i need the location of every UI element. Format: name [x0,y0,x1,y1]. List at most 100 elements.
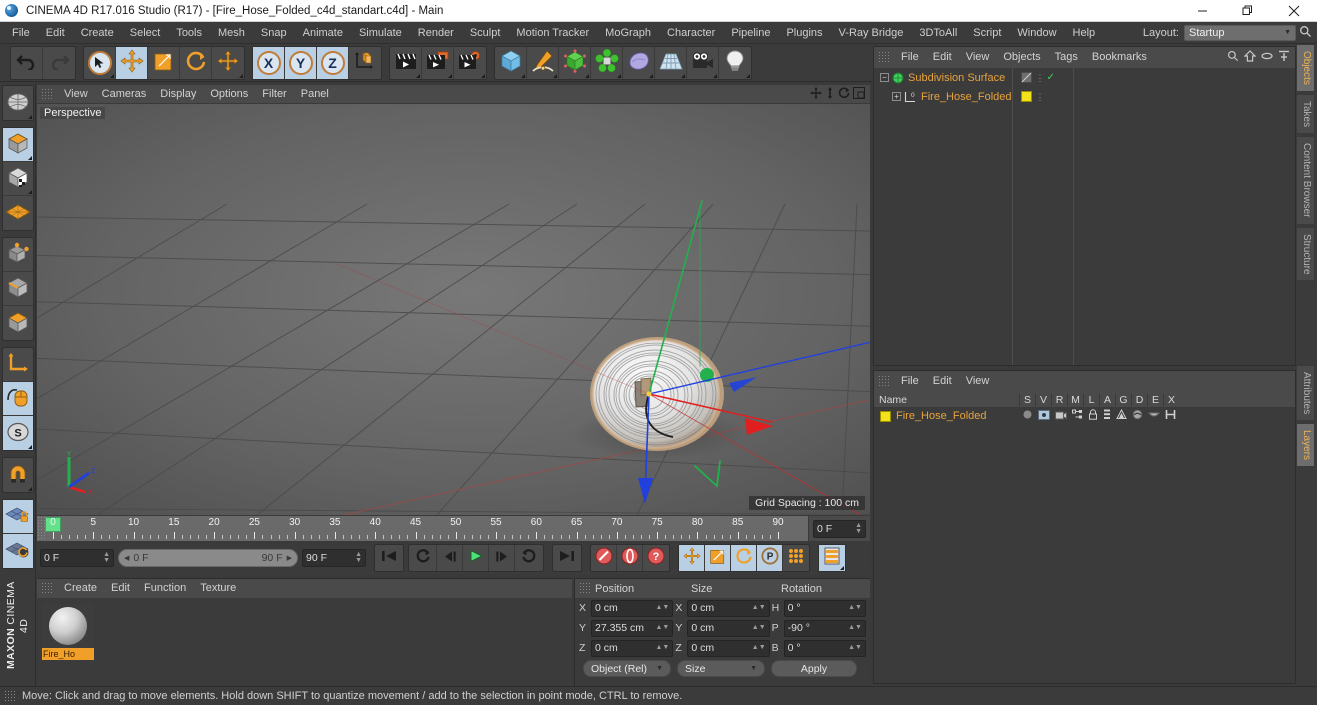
spinner-icon[interactable]: ▲▼ [848,624,862,631]
rotation-key-button[interactable] [731,544,757,571]
size-y-field[interactable]: 0 cm ▲▼ [687,619,770,637]
go-to-end-button[interactable] [553,545,581,571]
live-selection-button[interactable] [84,46,116,79]
points-mode-button[interactable] [2,238,33,272]
vtab-content-browser[interactable]: Content Browser [1296,136,1315,225]
spinner-icon[interactable]: ▲▼ [848,644,862,651]
enable-axis-modification-button[interactable] [2,348,33,382]
viewport-menu-options[interactable]: Options [203,85,255,104]
solo-dot-icon[interactable] [1022,409,1033,423]
menu-tools[interactable]: Tools [168,22,210,44]
size-z-field[interactable]: 0 cm ▲▼ [687,639,770,657]
coordinate-mode-dropdown[interactable]: Object (Rel) ▼ [583,660,671,677]
spinner-icon[interactable]: ▲▼ [655,644,669,651]
viewport-menu-view[interactable]: View [57,85,95,104]
soft-selection-button[interactable]: S [2,416,33,450]
record-active-objects-button[interactable] [591,544,617,571]
render-settings-button[interactable] [454,47,486,79]
add-environment-button[interactable] [655,46,687,79]
material-menu-edit[interactable]: Edit [104,579,137,598]
rotate-tool-button[interactable] [180,46,212,79]
position-key-button[interactable] [679,544,705,571]
render-camera-icon[interactable] [1055,410,1067,423]
render-view-button[interactable] [390,46,422,79]
menu-select[interactable]: Select [122,22,169,44]
layer-row[interactable]: Fire_Hose_Folded [874,408,1295,424]
scale-key-button[interactable] [705,544,731,571]
spinner-icon[interactable]: ▲▼ [752,644,766,651]
spinner-icon[interactable]: ▲▼ [103,551,110,564]
minimize-icon[interactable] [1180,0,1225,22]
menu-file[interactable]: File [4,22,38,44]
home-icon[interactable] [1243,50,1257,65]
keyframe-selection-button[interactable]: ? [643,545,669,571]
view-icon[interactable] [1038,409,1050,423]
layer-color-swatch[interactable] [880,410,891,422]
yellow-material-tag-icon[interactable] [1020,91,1032,102]
material-item[interactable]: Fire_Ho [42,604,94,660]
parameter-key-button[interactable]: P [757,544,783,571]
menu-window[interactable]: Window [1009,22,1064,44]
menu-sculpt[interactable]: Sculpt [462,22,509,44]
model-mode-button[interactable] [2,128,33,162]
y-axis-lock-button[interactable]: Y [285,46,317,79]
animation-icon[interactable] [1103,409,1111,423]
play-forward-loop-button[interactable] [515,545,543,571]
polygons-mode-button[interactable] [3,306,33,340]
panel-grip-icon[interactable] [37,516,45,541]
manager-icon[interactable] [1072,409,1083,423]
rotation-h-field[interactable]: 0 ° ▲▼ [783,599,866,617]
preview-range-bar[interactable]: ◀ 0 F 90 F ▶ [118,548,298,567]
search-icon[interactable] [1227,50,1239,65]
add-nurbs-button[interactable] [559,46,591,79]
menu-mesh[interactable]: Mesh [210,22,253,44]
menu-edit[interactable]: Edit [38,22,73,44]
menu-script[interactable]: Script [965,22,1009,44]
layer-menu-view[interactable]: View [959,372,997,391]
material-menu-create[interactable]: Create [57,579,104,598]
viewport-solo-button[interactable] [2,382,33,416]
close-icon[interactable] [1270,0,1317,22]
object-menu-view[interactable]: View [959,48,997,67]
z-axis-lock-button[interactable]: Z [317,46,349,79]
rotation-b-field[interactable]: 0 ° ▲▼ [783,639,866,657]
menu-create[interactable]: Create [73,22,122,44]
search-icon[interactable] [1296,25,1314,41]
apply-button[interactable]: Apply [771,660,857,677]
spinner-icon[interactable]: ▲▼ [655,624,669,631]
object-row-fire-hose-folded[interactable]: + 0 Fire_Hose_Folded [874,87,1012,106]
restore-icon[interactable] [1225,0,1270,22]
play-reverse-loop-button[interactable] [409,544,437,571]
step-back-button[interactable] [437,544,463,571]
add-deformer-button[interactable] [623,46,655,79]
link-icon[interactable] [1261,51,1273,64]
size-mode-dropdown[interactable]: Size ▼ [677,660,765,677]
viewport-menu-display[interactable]: Display [153,85,203,104]
timeline-track[interactable]: 0 5 10 15 20 25 30 35 40 45 50 55 60 65 70 75 80 85 90 [45,516,808,541]
menu-render[interactable]: Render [410,22,462,44]
go-to-start-button[interactable] [375,545,403,571]
range-right-arrow-icon[interactable]: ▶ [287,554,292,562]
panel-grip-icon[interactable] [579,582,592,595]
layer-menu-file[interactable]: File [894,372,926,391]
menu-pipeline[interactable]: Pipeline [723,22,778,44]
tag-dots-icon[interactable]: ⋮ [1036,92,1045,101]
dolly-icon[interactable] [825,86,835,102]
menu-simulate[interactable]: Simulate [351,22,410,44]
object-menu-edit[interactable]: Edit [926,48,959,67]
menu-mograph[interactable]: MoGraph [597,22,659,44]
vtab-objects[interactable]: Objects [1296,44,1315,92]
panel-grip-icon[interactable] [41,87,54,101]
spinner-icon[interactable]: ▲▼ [355,551,362,564]
viewport-canvas[interactable]: Perspective Grid Spacing : 100 cm Y X Z [37,104,870,515]
add-camera-button[interactable] [687,46,719,79]
object-menu-bookmarks[interactable]: Bookmarks [1085,48,1154,67]
rotate-icon[interactable] [838,86,850,102]
add-cube-button[interactable] [495,46,527,79]
make-editable-button[interactable] [3,86,33,120]
enable-snap-button[interactable] [3,458,33,492]
add-spline-button[interactable] [527,46,559,79]
object-menu-objects[interactable]: Objects [996,48,1047,67]
menu-plugins[interactable]: Plugins [778,22,830,44]
vtab-takes[interactable]: Takes [1296,93,1315,135]
